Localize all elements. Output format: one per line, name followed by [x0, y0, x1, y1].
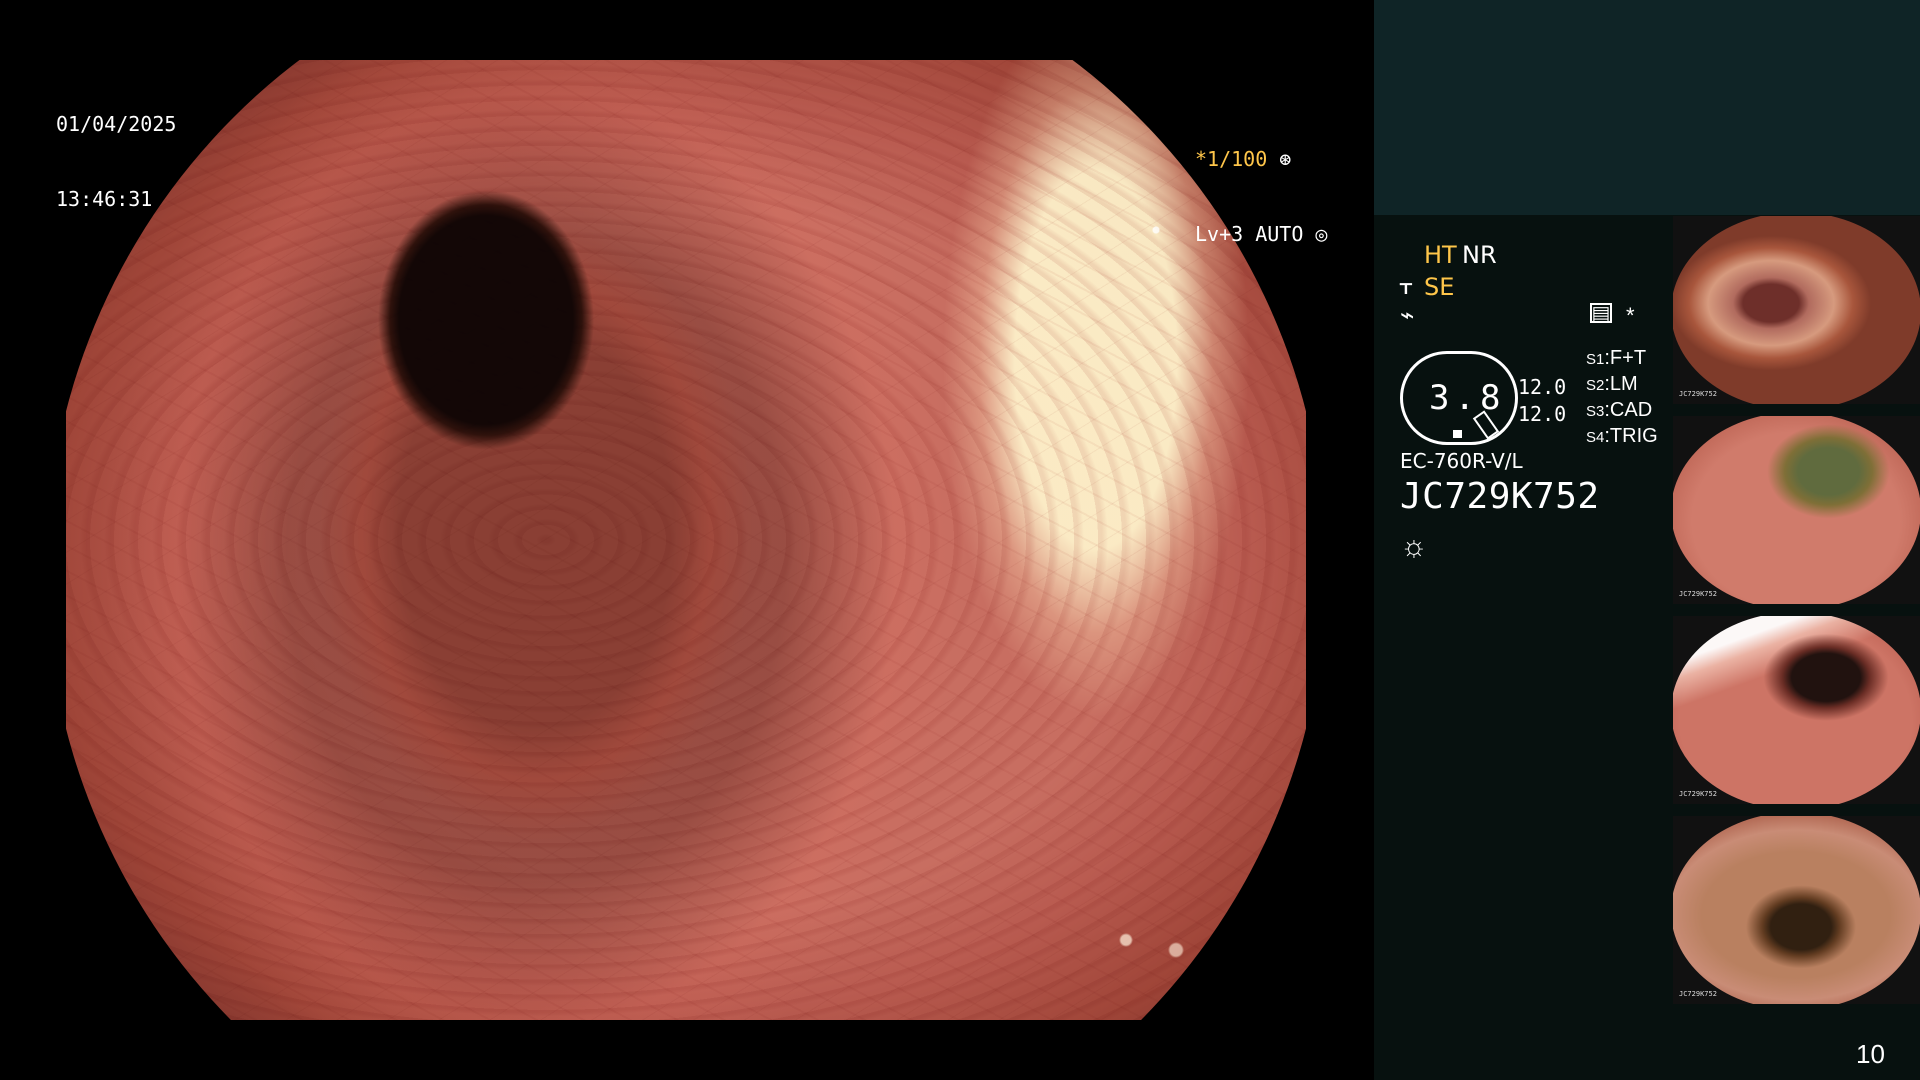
setting-s4: S4:TRIG — [1586, 425, 1658, 447]
aperture-icon: ◎ — [1303, 222, 1328, 246]
overlay-date: 01/04/2025 — [56, 112, 177, 136]
date-time-overlay: 01/04/2025 13:46:31 — [56, 62, 176, 262]
sun-icon: ☼ — [1400, 530, 1428, 563]
setting-s2: S2:LM — [1586, 373, 1638, 395]
overlay-time: 13:46:31 — [56, 187, 153, 211]
asterisk-icon: * — [1626, 303, 1635, 328]
setting-s1: S1:F+T — [1586, 347, 1647, 369]
side-value-bottom: 12.0 — [1518, 402, 1567, 426]
ring-value: 3.8 — [1429, 378, 1506, 418]
se-indicator: SE — [1424, 273, 1455, 301]
structure-icon: ᚁ — [1400, 270, 1412, 297]
right-info-panel: HT NR ᚁ SE ⌁ ▤ * 3.8 12.0 12.0 S1:F+T S2… — [1374, 0, 1920, 1080]
endoscope-live-image — [66, 60, 1306, 1020]
memory-icon: ▤ — [1590, 302, 1612, 325]
ring-side-values: 12.0 12.0 — [1518, 374, 1566, 428]
thumbnail-serial: JC729K752 — [1679, 590, 1717, 598]
ht-indicator: HT — [1424, 241, 1457, 269]
side-value-top: 12.0 — [1518, 375, 1567, 399]
zoom-ring-display: 3.8 — [1400, 351, 1518, 445]
thumbnail-1[interactable]: JC729K752 — [1673, 216, 1920, 404]
light-mode: Lv+3 AUTO — [1195, 222, 1304, 246]
exposure-overlay: *1/100 ⊛ Lv+3 AUTO ◎ — [1195, 97, 1327, 297]
aperture-icon: ⊛ — [1267, 147, 1292, 171]
exposure-value: *1/100 — [1195, 147, 1268, 171]
thumbnail-4[interactable]: JC729K752 — [1673, 816, 1920, 1004]
nr-indicator: NR — [1462, 241, 1497, 269]
thumbnail-serial: JC729K752 — [1679, 390, 1717, 398]
thumbnail-serial: JC729K752 — [1679, 990, 1717, 998]
scope-serial: JC729K752 — [1400, 476, 1600, 517]
thumbnail-3[interactable]: JC729K752 — [1673, 616, 1920, 804]
ring-foot-marker — [1453, 430, 1462, 438]
thumbnail-2[interactable]: JC729K752 — [1673, 416, 1920, 604]
page-number: 10 — [1856, 1039, 1885, 1069]
thumbnail-strip: JC729K752 JC729K752 JC729K752 JC729K752 — [1673, 216, 1920, 1016]
function-settings: S1:F+T S2:LM S3:CAD S4:TRIG — [1586, 346, 1658, 450]
endoscopy-screen: 01/04/2025 13:46:31 *1/100 ⊛ Lv+3 AUTO ◎… — [0, 0, 1920, 1080]
thumbnail-serial: JC729K752 — [1679, 790, 1717, 798]
scope-model: EC-760R-V/L — [1400, 449, 1523, 473]
device-status-panel: HT NR ᚁ SE ⌁ ▤ * 3.8 12.0 12.0 S1:F+T S2… — [1400, 241, 1658, 583]
panel-header-area — [1374, 0, 1920, 215]
setting-s3: S3:CAD — [1586, 399, 1653, 421]
fan-icon: ⌁ — [1400, 302, 1415, 329]
